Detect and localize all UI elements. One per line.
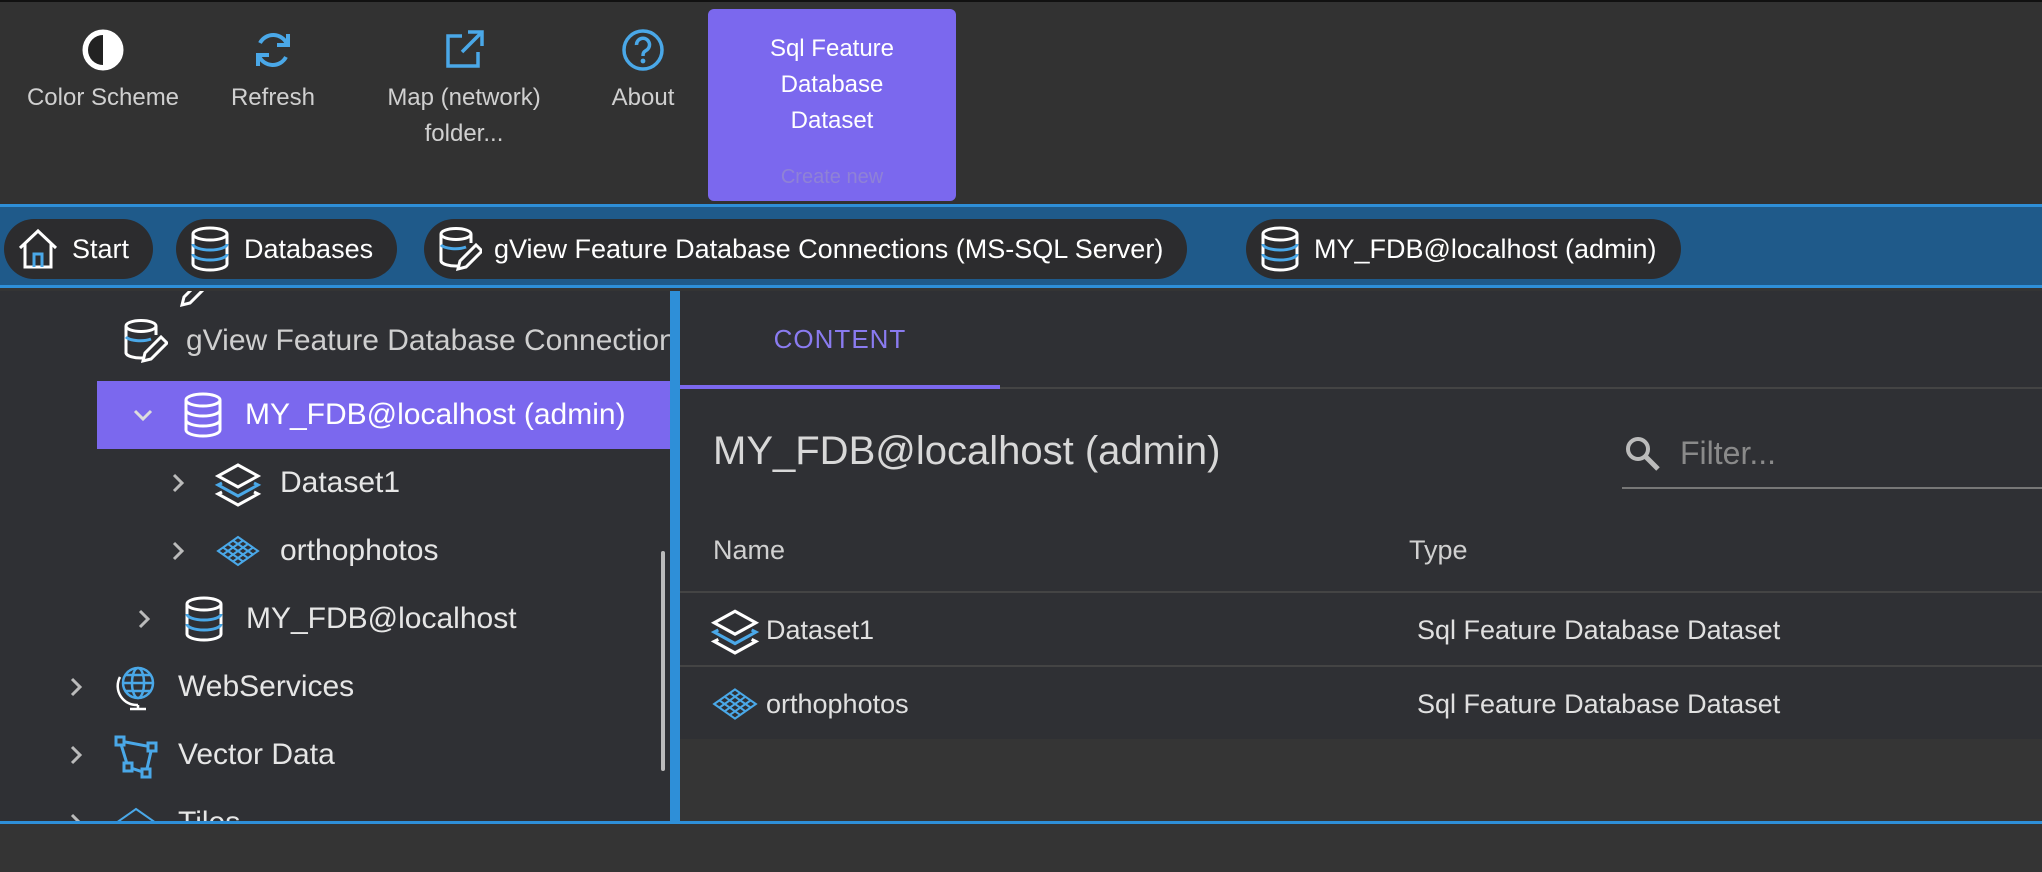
row-name: orthophotos [766,688,909,719]
contrast-icon [82,29,124,71]
chevron-right-icon[interactable] [64,743,88,767]
breadcrumb-my-fdb-admin[interactable]: MY_FDB@localhost (admin) [1246,219,1681,279]
row-type: Sql Feature Database Dataset [1417,614,1781,645]
map-folder-label-1: Map (network) [387,84,541,111]
tree-item-my-fdb-admin[interactable]: MY_FDB@localhost (admin) [97,381,670,449]
tiles-icon [117,807,155,821]
refresh-label: Refresh [230,84,316,111]
content-area: CONTENT MY_FDB@localhost (admin) Name Ty… [680,291,2042,821]
database-icon [184,392,222,438]
tree-item-label: Dataset1 [280,466,401,499]
breadcrumb-label-databases: Databases [244,233,374,264]
tree-item-my-fdb[interactable]: MY_FDB@localhost [132,585,517,653]
status-bar [0,821,2042,872]
row-name-cell: orthophotos [710,667,909,741]
row-name-cell: Dataset1 [710,593,874,667]
about-button[interactable]: About [596,2,690,116]
layers-icon [710,609,760,655]
globe-icon [116,666,155,711]
tree-item-orthophotos[interactable]: orthophotos [166,517,438,585]
home-icon [18,228,58,269]
open-external-icon [446,30,484,68]
panel-splitter[interactable] [670,291,680,821]
breadcrumb-label-start: Start [72,233,130,264]
filter-box [1622,419,2042,489]
column-header-name[interactable]: Name [713,535,785,566]
tree-item-label: orthophotos [280,534,439,567]
chevron-right-icon[interactable] [166,471,190,495]
tree-item-vector-data[interactable]: Vector Data [64,721,335,789]
refresh-icon [256,33,290,67]
color-scheme-label: Color Scheme [26,84,180,111]
tree-item-tiles[interactable]: Tiles [64,789,240,821]
create-sub-label: Create new [780,166,884,188]
breadcrumb-start[interactable]: Start [4,219,154,279]
chevron-down-icon[interactable] [131,403,155,427]
raster-grid-icon [216,535,260,567]
database-edit-icon [124,319,168,364]
polygon-icon [114,735,158,779]
create-label-1: Sql Feature [769,35,895,62]
tab-content[interactable]: CONTENT [680,291,1000,387]
create-label-3: Dataset [790,107,874,134]
tree-item-webservices[interactable]: WebServices [64,653,354,721]
raster-grid-icon [712,688,758,720]
tree-item-label: MY_FDB@localhost (admin) [245,398,626,431]
content-panel: MY_FDB@localhost (admin) Name Type Datas… [680,389,2042,739]
breadcrumb-connections[interactable]: gView Feature Database Connections (MS-S… [424,219,1188,279]
chevron-right-icon[interactable] [64,811,88,821]
breadcrumb-databases[interactable]: Databases [176,219,398,279]
chevron-right-icon[interactable] [132,607,156,631]
create-sql-feature-database-dataset-button[interactable]: Sql Feature Database Dataset Create new [708,9,956,201]
tree-item-label: Vector Data [178,738,335,771]
page-title: MY_FDB@localhost (admin) [713,429,1221,473]
database-icon [191,226,229,272]
tree-item-label: MY_FDB@localhost [246,602,517,635]
tree-item-label: gView Feature Database Connections (MS-S… [186,324,670,357]
tab-bar: CONTENT [680,291,2042,389]
database-edit-icon [439,227,482,272]
row-name: Dataset1 [766,614,875,645]
toolbar: Color Scheme Refresh Map (network) folde… [0,0,2042,206]
table-row[interactable]: Dataset1 Sql Feature Database Dataset [680,591,2042,667]
layers-icon [214,463,262,507]
database-icon [185,596,223,642]
breadcrumb-label-connections: gView Feature Database Connections (MS-S… [494,233,1164,264]
tab-content-label: CONTENT [773,323,907,354]
tree-item-connections[interactable]: gView Feature Database Connections (MS-S… [96,307,670,375]
create-label-2: Database [780,71,884,98]
database-icon [1261,226,1299,272]
tree-scrollbar[interactable] [661,551,665,771]
column-header-type[interactable]: Type [1409,535,1468,566]
filter-input[interactable] [1678,433,2022,473]
breadcrumb-label-my-fdb: MY_FDB@localhost (admin) [1314,233,1657,264]
map-network-folder-button[interactable]: Map (network) folder... [368,2,560,152]
breadcrumb: Start Databases gView Feature Database C… [0,204,2042,288]
tree-item-dataset1[interactable]: Dataset1 [166,449,400,517]
tree-item-label: Tiles [178,806,240,821]
help-icon [622,29,664,71]
table-row[interactable]: orthophotos Sql Feature Database Dataset [680,665,2042,741]
refresh-button[interactable]: Refresh [216,2,330,116]
search-icon [1626,437,1660,471]
color-scheme-button[interactable]: Color Scheme [10,2,196,116]
about-label: About [611,84,675,111]
chevron-right-icon[interactable] [166,539,190,563]
navigation-tree: gView Feature Database Connections (MS-S… [0,291,670,821]
tree-item-label: WebServices [178,670,355,703]
map-folder-label-2: folder... [424,120,504,147]
chevron-right-icon[interactable] [64,675,88,699]
row-type: Sql Feature Database Dataset [1417,688,1781,719]
